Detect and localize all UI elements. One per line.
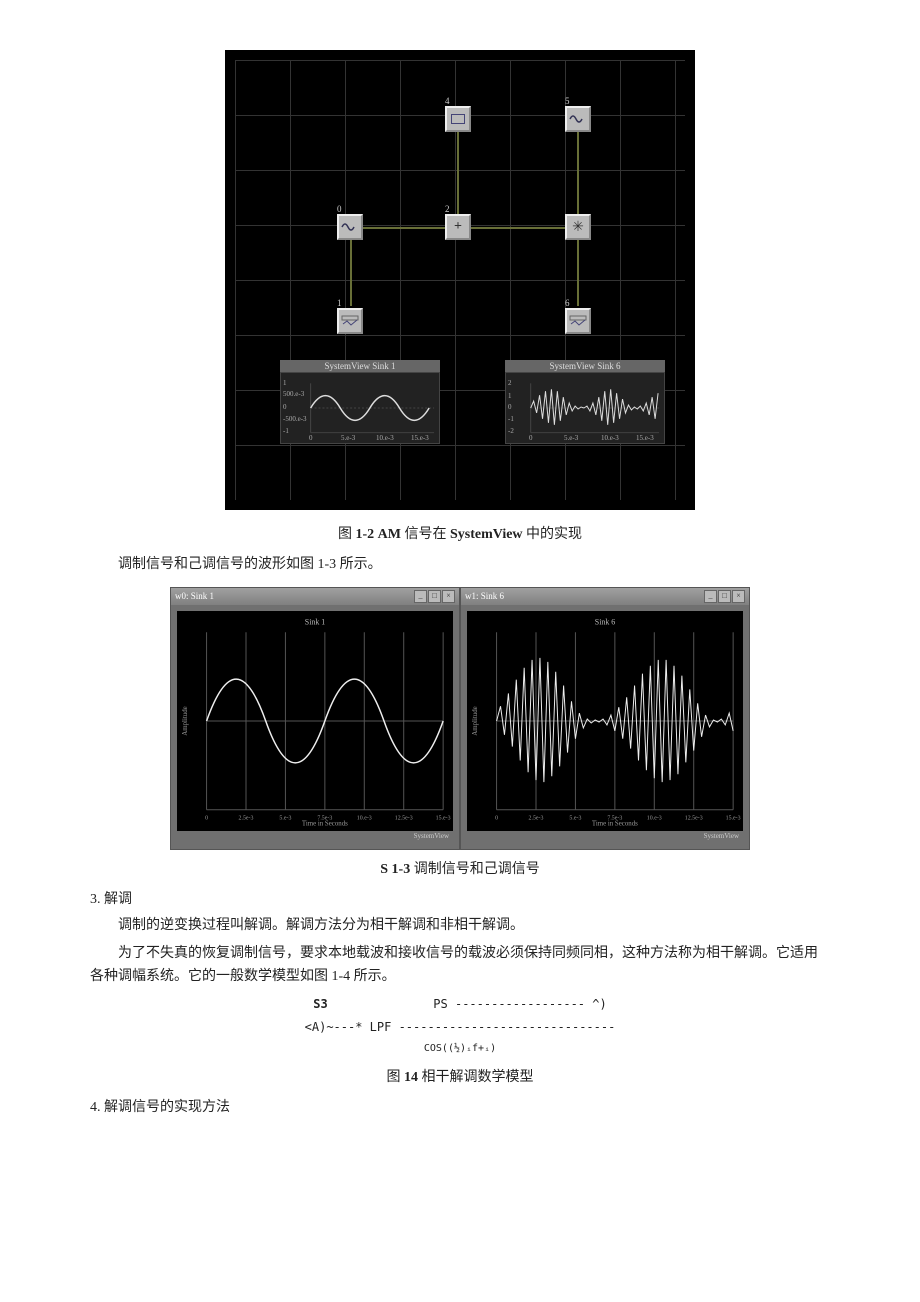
section-3-heading: 3. 解调 — [90, 888, 830, 908]
node-const-4 — [445, 106, 471, 132]
scope-footer: SystemView — [467, 831, 743, 843]
node-label: 5 — [565, 96, 570, 106]
svg-text:12.5e-3: 12.5e-3 — [685, 815, 703, 821]
svg-text:5.e-3: 5.e-3 — [279, 815, 291, 821]
node-carrier-5 — [565, 106, 591, 132]
para-demod-2: 为了不失真的恢复调制信号，要求本地载波和接收信号的载波必须保持同频同相，这种方法… — [90, 942, 830, 990]
svg-text:15.e-3: 15.e-3 — [436, 815, 451, 821]
sink-preview-6: SystemView Sink 6 2 1 0 -1 -2 0 5.e-3 10… — [505, 360, 665, 444]
svg-text:0: 0 — [205, 815, 208, 821]
scope-window-sink1: w0: Sink 1 _□× Sink 1 — [170, 587, 460, 850]
sink-title: SystemView Sink 6 — [505, 360, 665, 372]
window-titlebar: w0: Sink 1 _□× — [171, 588, 459, 605]
node-source-0 — [337, 214, 363, 240]
caption-1-3: S 1-3 调制信号和己调信号 — [90, 858, 830, 878]
wire — [350, 240, 352, 306]
figure-1-4-math: S3PS ------------------ ^) <A)~---* LPF … — [90, 993, 830, 1058]
node-adder-2: + — [445, 214, 471, 240]
svg-text:10.e-3: 10.e-3 — [647, 815, 662, 821]
svg-text:10.e-3: 10.e-3 — [357, 815, 372, 821]
node-label: 2 — [445, 204, 450, 214]
node-sink-6 — [565, 308, 591, 334]
wire — [577, 132, 579, 216]
section-4-heading: 4. 解调信号的实现方法 — [90, 1096, 830, 1116]
svg-text:Sink 1: Sink 1 — [305, 617, 325, 626]
svg-text:12.5e-3: 12.5e-3 — [395, 815, 413, 821]
svg-text:2.5e-3: 2.5e-3 — [529, 815, 544, 821]
svg-text:Amplitude: Amplitude — [472, 706, 479, 735]
sink-preview-1: SystemView Sink 1 1 500.e-3 0 -500.e-3 -… — [280, 360, 440, 444]
scope-footer: SystemView — [177, 831, 453, 843]
node-label: 4 — [445, 96, 450, 106]
scope-window-sink6: w1: Sink 6 _□× Sink 6 — [460, 587, 750, 850]
window-title: w1: Sink 6 — [465, 591, 504, 601]
svg-text:15.e-3: 15.e-3 — [726, 815, 741, 821]
sink-title: SystemView Sink 1 — [280, 360, 440, 372]
svg-text:Sink 6: Sink 6 — [595, 617, 615, 626]
para-demod-1: 调制的逆变换过程叫解调。解调方法分为相干解调和非相干解调。 — [90, 914, 830, 938]
wire — [471, 227, 565, 229]
window-titlebar: w1: Sink 6 _□× — [461, 588, 749, 605]
wire — [577, 240, 579, 306]
svg-text:7.5e-3: 7.5e-3 — [607, 815, 622, 821]
wire — [363, 227, 445, 229]
node-label: 6 — [565, 298, 570, 308]
svg-text:0: 0 — [495, 815, 498, 821]
caption-1-4: 图 14 相干解调数学模型 — [90, 1066, 830, 1086]
systemview-canvas: 0 + 2 ✳ 4 5 1 6 SystemView Sink 1 1 — [225, 50, 695, 510]
wire — [457, 132, 459, 216]
para-fig13-intro: 调制信号和己调信号的波形如图 1-3 所示。 — [90, 553, 830, 577]
svg-text:7.5e-3: 7.5e-3 — [317, 815, 332, 821]
window-buttons[interactable]: _□× — [703, 590, 745, 603]
node-sink-1 — [337, 308, 363, 334]
svg-text:2.5e-3: 2.5e-3 — [239, 815, 254, 821]
figure-1-3-scopes: w0: Sink 1 _□× Sink 1 — [90, 587, 830, 878]
window-buttons[interactable]: _□× — [413, 590, 455, 603]
caption-1-2: 图 1-2 AM 信号在 SystemView 中的实现 — [90, 523, 830, 543]
node-multiplier: ✳ — [565, 214, 591, 240]
node-label: 0 — [337, 204, 342, 214]
svg-text:5.e-3: 5.e-3 — [569, 815, 581, 821]
figure-1-2-systemview: 0 + 2 ✳ 4 5 1 6 SystemView Sink 1 1 — [90, 50, 830, 543]
svg-text:Amplitude: Amplitude — [182, 706, 189, 735]
window-title: w0: Sink 1 — [175, 591, 214, 601]
node-label: 1 — [337, 298, 342, 308]
